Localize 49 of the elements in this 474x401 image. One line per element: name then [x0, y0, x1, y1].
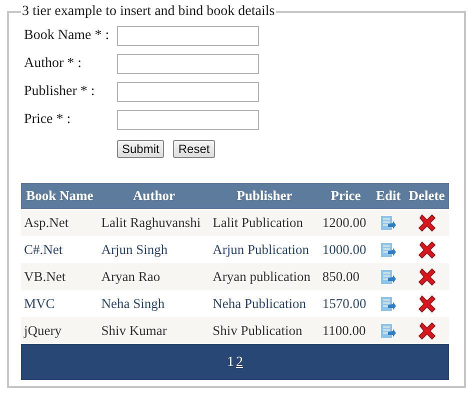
field-label: Publisher * : — [24, 84, 96, 100]
table-cell: Neha Publication — [210, 290, 320, 317]
column-header: Edit — [372, 183, 405, 209]
table-cell: Aryan Rao — [98, 263, 210, 290]
column-header: Delete — [404, 183, 449, 209]
table-cell: Neha Singh — [98, 290, 210, 317]
table-cell: Lalit Publication — [210, 209, 320, 236]
table-cell: 1000.00 — [319, 236, 372, 263]
column-header: Author — [98, 183, 210, 209]
table-cell: Shiv Publication — [210, 317, 320, 344]
column-header: Publisher — [210, 183, 320, 209]
reset-button[interactable]: Reset — [173, 140, 215, 158]
table-cell: Lalit Raghuvanshi — [98, 209, 210, 236]
table-cell: jQuery — [21, 317, 98, 344]
edit-icon[interactable] — [380, 214, 396, 231]
table-cell: 1570.00 — [319, 290, 372, 317]
edit-icon[interactable] — [380, 268, 396, 285]
delete-icon[interactable] — [416, 212, 437, 232]
input-field[interactable] — [117, 110, 259, 130]
table-cell: MVC — [21, 290, 98, 317]
column-header: Book Name — [21, 183, 98, 209]
panel-legend: 3 tier example to insert and bind book details — [21, 4, 276, 20]
table-cell: 1100.00 — [319, 317, 372, 344]
table-cell: VB.Net — [21, 263, 98, 290]
input-field[interactable] — [117, 26, 259, 46]
delete-icon[interactable] — [416, 320, 437, 340]
table-cell: Aryan publication — [210, 263, 320, 290]
table-cell: C#.Net — [21, 236, 98, 263]
table-cell: Shiv Kumar — [98, 317, 210, 344]
field-label: Price * : — [24, 112, 72, 128]
page-link[interactable]: 1 — [227, 354, 234, 370]
field-label: Book Name * : — [24, 28, 110, 44]
table-cell: Asp.Net — [21, 209, 98, 236]
table-cell: 850.00 — [319, 263, 372, 290]
table-cell: Arjun Singh — [98, 236, 210, 263]
edit-icon[interactable] — [380, 242, 396, 258]
field-label: Author * : — [24, 56, 83, 72]
page-link[interactable]: 2 — [236, 354, 243, 370]
input-field[interactable] — [117, 54, 259, 74]
table-cell: 1200.00 — [319, 209, 372, 236]
delete-icon[interactable] — [416, 240, 437, 260]
submit-button[interactable]: Submit — [117, 140, 164, 158]
column-header: Price — [319, 183, 372, 209]
edit-icon[interactable] — [380, 296, 396, 312]
delete-icon[interactable] — [416, 294, 437, 314]
delete-icon[interactable] — [416, 266, 437, 286]
input-field[interactable] — [117, 82, 259, 102]
table-cell: Arjun Publication — [210, 236, 320, 263]
edit-icon[interactable] — [380, 322, 396, 339]
